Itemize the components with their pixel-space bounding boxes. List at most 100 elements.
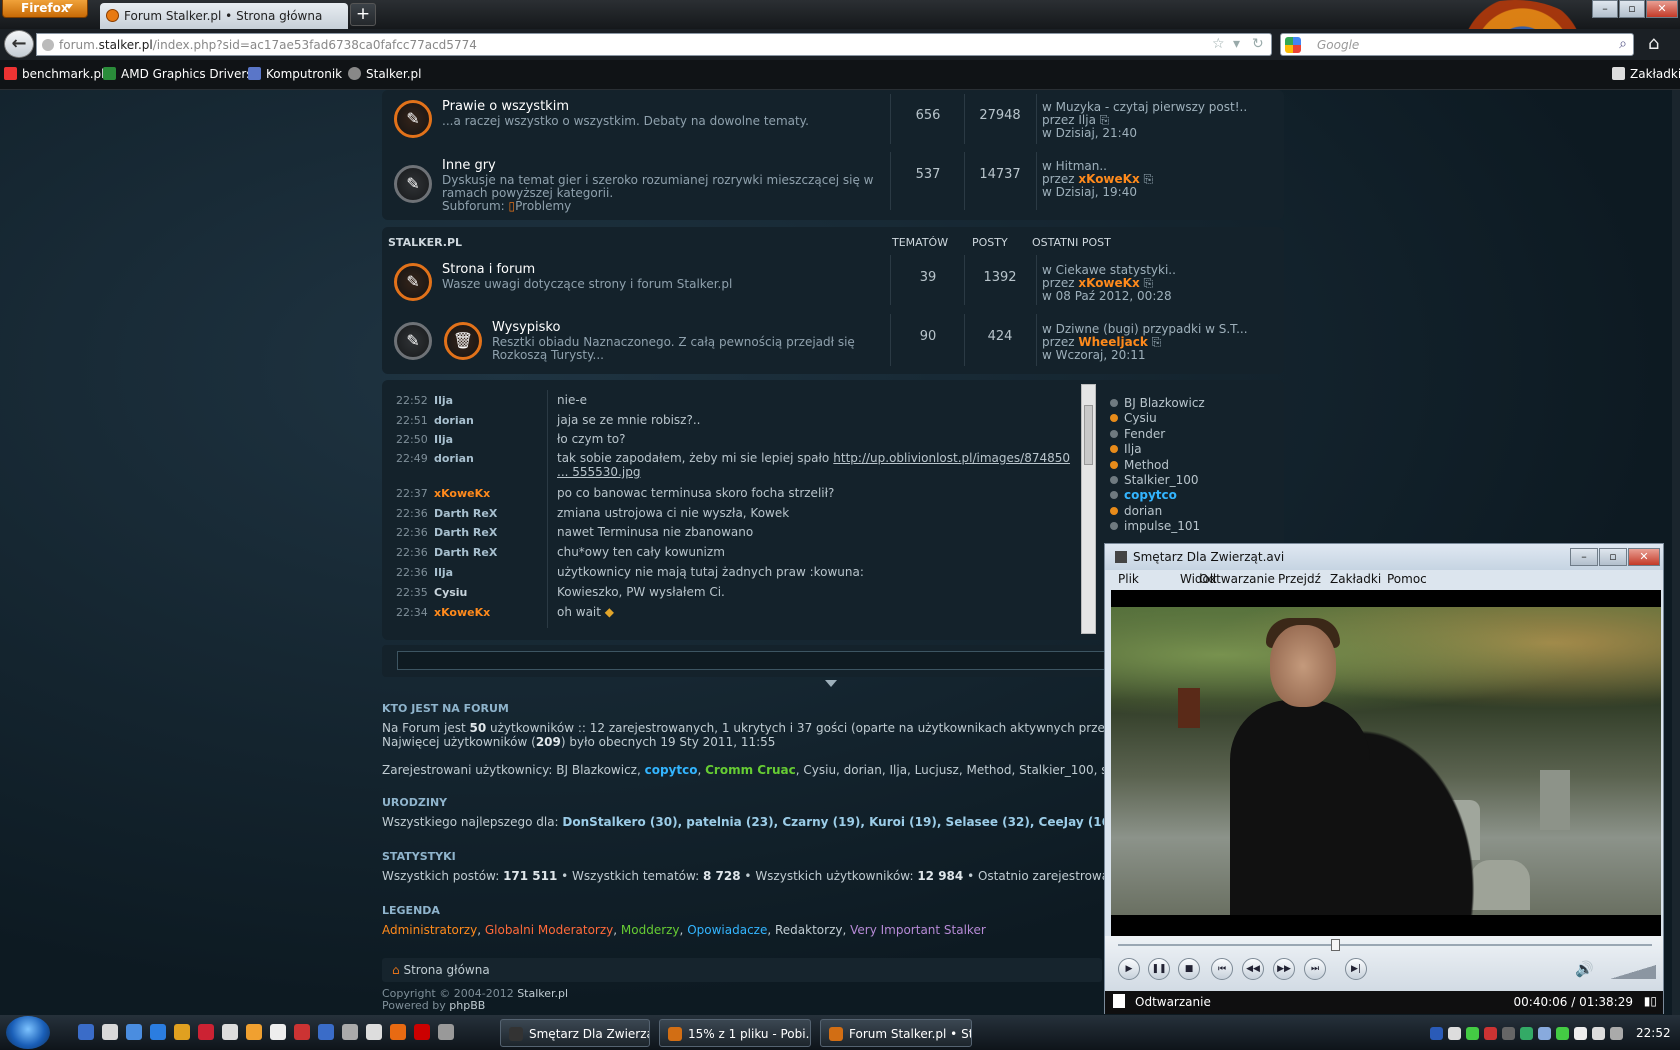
- flag-icon[interactable]: [198, 1024, 214, 1040]
- taskbar-item-player[interactable]: Smętarz Dla Zwierzą...: [500, 1019, 650, 1047]
- seek-thumb[interactable]: [1331, 939, 1341, 951]
- bookmark-stalker[interactable]: Stalker.pl: [348, 67, 422, 81]
- legend-item[interactable]: Opowiadacze: [687, 923, 767, 937]
- chat-scrollbar[interactable]: [1081, 384, 1096, 634]
- legend-item[interactable]: Administratorzy: [382, 923, 477, 937]
- phpbb-link[interactable]: phpBB: [449, 999, 485, 1012]
- reload-icon[interactable]: ↻: [1252, 36, 1264, 52]
- legend-item[interactable]: Very Important Stalker: [850, 923, 986, 937]
- bookmark-benchmark[interactable]: benchmark.pl: [4, 67, 105, 81]
- display-icon[interactable]: [1592, 1027, 1605, 1040]
- update-icon[interactable]: [1466, 1027, 1479, 1040]
- acrobat-icon[interactable]: [414, 1024, 430, 1040]
- last-post-user[interactable]: Ilja: [1078, 113, 1096, 127]
- page-scrollbar[interactable]: [1672, 90, 1680, 1015]
- search-input[interactable]: Google ⌕: [1280, 33, 1634, 56]
- chat-user[interactable]: Ilja: [434, 566, 453, 579]
- network-icon[interactable]: [126, 1024, 142, 1040]
- antivirus-icon[interactable]: [1484, 1027, 1497, 1040]
- chat-user[interactable]: dorian: [434, 414, 474, 427]
- stop-button[interactable]: ■: [1178, 958, 1200, 980]
- last-post-user[interactable]: xKoweKx: [1078, 276, 1139, 290]
- bookmarks-menu[interactable]: Zakładki: [1612, 67, 1680, 81]
- view-post-icon[interactable]: ⎘: [1144, 172, 1154, 186]
- online-user[interactable]: Fender: [1110, 427, 1205, 442]
- fast-forward-button[interactable]: ▶▶: [1273, 958, 1295, 980]
- taskbar-item-browser[interactable]: Forum Stalker.pl • St...: [820, 1019, 972, 1047]
- forum-title-link[interactable]: Wysypisko: [492, 320, 560, 335]
- chat-user[interactable]: Ilja: [434, 433, 453, 446]
- firefox-menu-button[interactable]: Firefox: [2, 0, 88, 18]
- xfire-icon[interactable]: [78, 1024, 94, 1040]
- folder-icon[interactable]: [294, 1024, 310, 1040]
- drive-icon[interactable]: [1502, 1027, 1515, 1040]
- chat-user[interactable]: Darth ReX: [434, 507, 497, 520]
- chat-user[interactable]: Ilja: [434, 394, 453, 407]
- online-user[interactable]: Ilja: [1110, 442, 1205, 457]
- close-button[interactable]: ✕: [1646, 0, 1678, 18]
- minimize-button[interactable]: –: [1592, 0, 1618, 18]
- chat-user[interactable]: Cysiu: [434, 586, 467, 599]
- next-button[interactable]: ⏭: [1304, 958, 1326, 980]
- usb-icon[interactable]: [438, 1024, 454, 1040]
- forum-title-link[interactable]: Inne gry: [442, 158, 496, 173]
- online-user[interactable]: impulse_101: [1110, 519, 1205, 534]
- frame-step-button[interactable]: ▶|: [1345, 958, 1367, 980]
- vlc-icon[interactable]: [174, 1024, 190, 1040]
- volume-icon[interactable]: [1610, 1027, 1623, 1040]
- firefox-icon[interactable]: [390, 1024, 406, 1040]
- save-icon[interactable]: [318, 1024, 334, 1040]
- legend-item[interactable]: Globalni Moderatorzy: [485, 923, 613, 937]
- maximize-button[interactable]: ▫: [1619, 0, 1645, 18]
- chat-user[interactable]: Darth ReX: [434, 546, 497, 559]
- paint-icon[interactable]: [270, 1024, 286, 1040]
- search-icon[interactable]: ⌕: [1619, 36, 1627, 52]
- battery-icon[interactable]: [1574, 1027, 1587, 1040]
- home-link[interactable]: ⌂ Strona główna: [392, 963, 490, 977]
- birthday-users[interactable]: DonStalkero (30), patelnia (23), Czarny …: [562, 815, 1115, 829]
- star-icon[interactable]: ☆: [1212, 36, 1225, 52]
- mail-icon[interactable]: [1538, 1027, 1551, 1040]
- bookmark-komputronik[interactable]: Komputronik: [248, 67, 342, 81]
- tab-forum[interactable]: Forum Stalker.pl • Strona główna: [100, 3, 348, 29]
- site-identity-icon[interactable]: [42, 39, 54, 51]
- view-post-icon[interactable]: ⎘: [1100, 113, 1110, 127]
- player-minimize-button[interactable]: –: [1570, 548, 1598, 566]
- online-user[interactable]: Method: [1110, 458, 1205, 473]
- home-icon[interactable]: ⌂: [1648, 33, 1659, 54]
- legend-item[interactable]: Redaktorzy: [775, 923, 842, 937]
- google-icon[interactable]: [1285, 37, 1301, 53]
- globe-icon[interactable]: [366, 1024, 382, 1040]
- subforum-link[interactable]: Problemy: [515, 199, 571, 213]
- back-button[interactable]: ←: [4, 30, 34, 58]
- taskbar-item-downloads[interactable]: 15% z 1 pliku - Pobi...: [659, 1019, 811, 1047]
- chevron-down-icon[interactable]: [825, 680, 837, 687]
- chat-user[interactable]: xKoweKx: [434, 606, 490, 619]
- bookmark-amd[interactable]: AMD Graphics Drivers: [103, 67, 253, 81]
- volume-slider[interactable]: [1610, 965, 1656, 979]
- sync-icon[interactable]: [1520, 1027, 1533, 1040]
- legend-item[interactable]: Modderzy: [621, 923, 680, 937]
- chat-link[interactable]: ... 555530.jpg: [557, 465, 1070, 479]
- previous-button[interactable]: ⏮: [1211, 958, 1233, 980]
- player-close-button[interactable]: ✕: [1628, 548, 1660, 566]
- last-post-user[interactable]: Wheeljack: [1078, 335, 1147, 349]
- language-icon[interactable]: [1430, 1027, 1443, 1040]
- user-link[interactable]: BJ Blazkowicz,: [556, 763, 644, 777]
- new-tab-button[interactable]: +: [350, 3, 376, 26]
- category-title[interactable]: STALKER.PL: [388, 236, 462, 249]
- pause-button[interactable]: ❚❚: [1148, 958, 1170, 980]
- chat-input[interactable]: [397, 651, 1107, 670]
- chat-user[interactable]: dorian: [434, 452, 474, 465]
- copyright-link[interactable]: Stalker.pl: [517, 987, 568, 1000]
- seek-bar[interactable]: [1118, 944, 1652, 946]
- menu-item-playback[interactable]: Odtwarzanie: [1199, 572, 1275, 586]
- ball-icon[interactable]: [246, 1024, 262, 1040]
- user-link[interactable]: copytco: [645, 763, 698, 777]
- chat-link[interactable]: http://up.oblivionlost.pl/images/874850: [833, 451, 1070, 465]
- volume-icon[interactable]: 🔊: [1575, 960, 1594, 978]
- check-icon[interactable]: [1556, 1027, 1569, 1040]
- play-button[interactable]: ▶: [1118, 958, 1140, 980]
- ie-icon[interactable]: [150, 1024, 166, 1040]
- clock[interactable]: 22:52: [1636, 1026, 1671, 1040]
